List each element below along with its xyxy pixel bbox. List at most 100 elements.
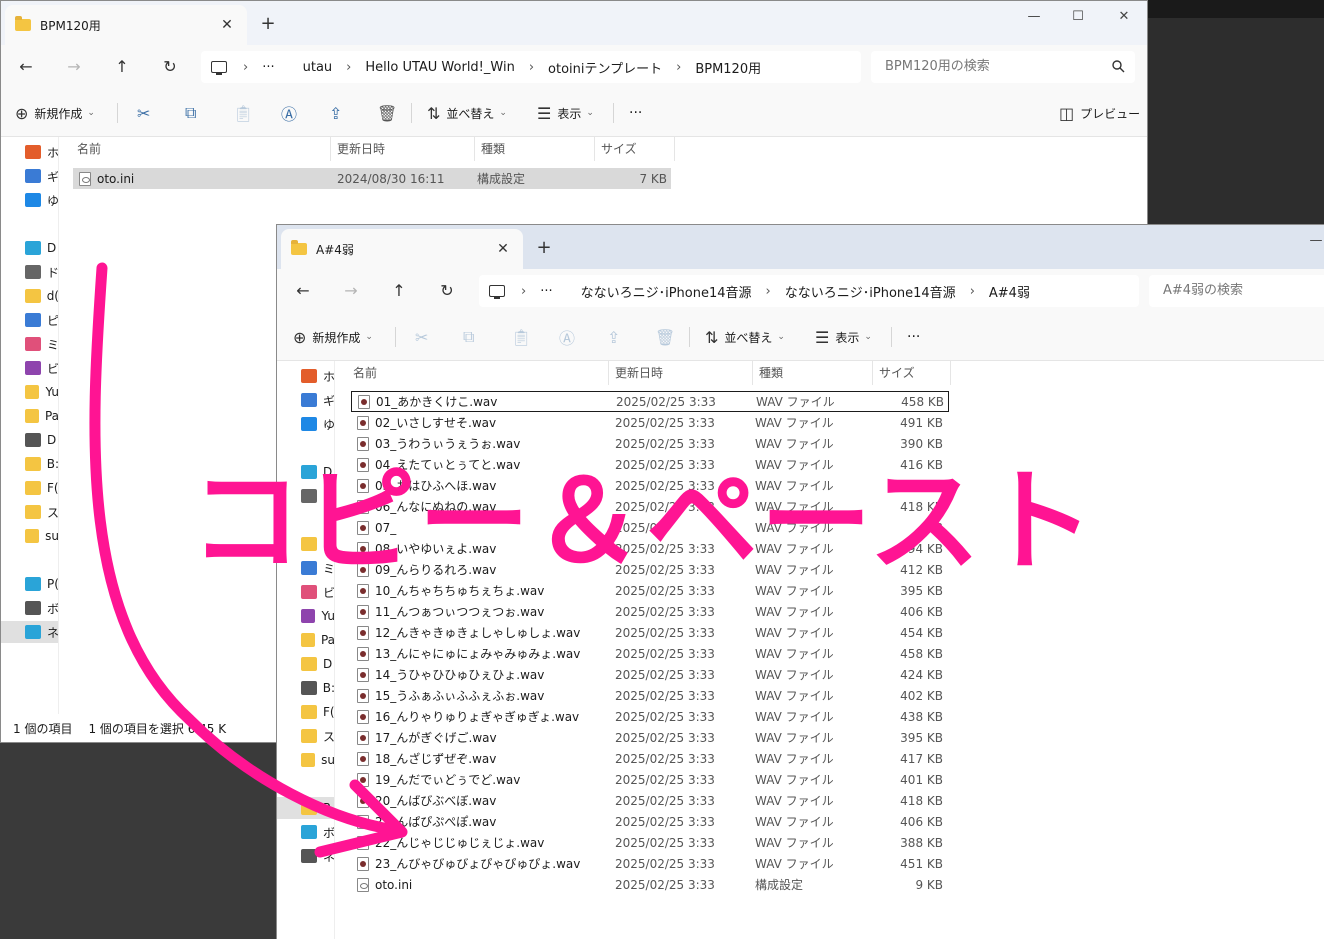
more-button[interactable]: ··· <box>629 101 642 125</box>
address-bar[interactable]: › ··· なないろニジ･iPhone14音源 › なないろニジ･iPhone1… <box>479 275 1139 307</box>
maximize-button[interactable]: ☐ <box>1055 5 1101 29</box>
breadcrumb-item[interactable]: なないろニジ･iPhone14音源 <box>581 282 752 301</box>
breadcrumb-item[interactable]: BPM120用 <box>695 58 761 77</box>
breadcrumb-more[interactable]: ··· <box>262 60 274 75</box>
new-tab-button[interactable]: + <box>533 237 555 259</box>
forward-button[interactable]: → <box>339 279 363 303</box>
table-row[interactable]: oto.ini 2025/02/25 3:33 構成設定 9 KB <box>351 874 949 895</box>
sidebar-item[interactable]: ド <box>1 261 58 283</box>
search-input[interactable]: A#4弱の検索 <box>1149 275 1324 307</box>
sidebar-item[interactable]: ス <box>277 725 334 747</box>
view-button[interactable]: ☰ 表示 ⌄ <box>815 325 872 349</box>
breadcrumb-item[interactable]: A#4弱 <box>989 282 1030 301</box>
column-header-type[interactable]: 種類 <box>475 137 595 161</box>
table-row[interactable]: 11_んつぁつぃつつぇつぉ.wav 2025/02/25 3:33 WAV ファイル… <box>351 601 949 622</box>
table-row[interactable]: oto.ini 2024/08/30 16:11 構成設定 7 KB <box>73 168 671 189</box>
table-row[interactable]: 02_いさしすせそ.wav 2025/02/25 3:33 WAV ファイル 491 … <box>351 412 949 433</box>
sidebar-item[interactable]: B: <box>1 453 58 475</box>
table-row[interactable]: 15_うふぁふぃふふぇふぉ.wav 2025/02/25 3:33 WAV ファイル… <box>351 685 949 706</box>
column-header-name[interactable]: 名前 <box>347 361 609 385</box>
sort-button[interactable]: ⇅ 並べ替え ⌄ <box>705 325 785 349</box>
table-row[interactable]: 21_んぱぴぷぺぽ.wav 2025/02/25 3:33 WAV ファイル 406 … <box>351 811 949 832</box>
up-button[interactable]: ↑ <box>110 55 134 79</box>
close-button[interactable]: ✕ <box>1101 5 1147 29</box>
share-button[interactable]: ⇪ <box>607 325 626 349</box>
sidebar-item[interactable]: F( <box>1 477 58 499</box>
sidebar-item[interactable]: ギ <box>277 389 334 411</box>
delete-button[interactable]: 🗑︎ <box>377 101 403 125</box>
tab-close-button[interactable]: ✕ <box>217 15 237 35</box>
column-header-date[interactable]: 更新日時 <box>331 137 475 161</box>
sidebar-item[interactable]: ボ <box>1 597 58 619</box>
sidebar-item[interactable]: Yu <box>277 605 334 627</box>
table-row[interactable]: 22_んじゃじじゅじぇじょ.wav 2025/02/25 3:33 WAV ファイル… <box>351 832 949 853</box>
sidebar-item[interactable]: su <box>1 525 58 547</box>
sidebar-item[interactable]: P( <box>1 573 58 595</box>
breadcrumb-item[interactable]: なないろニジ･iPhone14音源 <box>785 282 956 301</box>
paste-button[interactable]: 📋︎ <box>233 101 259 125</box>
rename-button[interactable]: Ⓐ <box>559 325 581 349</box>
minimize-button[interactable]: — <box>1011 5 1057 29</box>
sidebar-item[interactable]: Pa <box>1 405 58 427</box>
new-tab-button[interactable]: + <box>257 13 279 35</box>
table-row[interactable]: 20_んばびぶべぼ.wav 2025/02/25 3:33 WAV ファイル 418 … <box>351 790 949 811</box>
copy-button[interactable]: ⧉ <box>463 325 480 349</box>
sidebar-item[interactable]: ゆ <box>277 413 334 435</box>
view-button[interactable]: ☰ 表示 ⌄ <box>537 101 594 125</box>
refresh-button[interactable]: ↻ <box>435 279 459 303</box>
breadcrumb-item[interactable]: utau <box>303 60 333 75</box>
sidebar-item[interactable]: ゆ <box>1 189 58 211</box>
sidebar-item[interactable]: ギ <box>1 165 58 187</box>
sidebar-item[interactable]: D <box>277 653 334 675</box>
search-input[interactable]: BPM120用の検索 <box>871 51 1135 83</box>
delete-button[interactable]: 🗑︎ <box>655 325 681 349</box>
sidebar-item[interactable]: ネ <box>277 845 334 867</box>
tab-bpm120[interactable]: BPM120用 ✕ <box>5 5 247 45</box>
breadcrumb-item[interactable]: otoiniテンプレート <box>548 58 662 77</box>
table-row[interactable]: 19_んだでぃどぅでど.wav 2025/02/25 3:33 WAV ファイル 40… <box>351 769 949 790</box>
back-button[interactable]: ← <box>291 279 315 303</box>
sidebar-item[interactable]: ネ <box>1 621 58 643</box>
share-button[interactable]: ⇪ <box>329 101 348 125</box>
sidebar-item[interactable]: P <box>277 797 334 819</box>
table-row[interactable]: 18_んざじずぜぞ.wav 2025/02/25 3:33 WAV ファイル 417 … <box>351 748 949 769</box>
column-header-size[interactable]: サイズ <box>595 137 675 161</box>
sidebar-item[interactable]: ホ <box>277 365 334 387</box>
sidebar-item[interactable]: Yu <box>1 381 58 403</box>
refresh-button[interactable]: ↻ <box>158 55 182 79</box>
up-button[interactable]: ↑ <box>387 279 411 303</box>
sidebar-item[interactable]: ピ <box>1 309 58 331</box>
minimize-button[interactable]: — <box>1293 229 1324 253</box>
table-row[interactable]: 14_うひゃひひゅひぇひょ.wav 2025/02/25 3:33 WAV ファイル… <box>351 664 949 685</box>
column-header-date[interactable]: 更新日時 <box>609 361 753 385</box>
sidebar-item[interactable]: ホ <box>1 141 58 163</box>
new-button[interactable]: ⊕ 新規作成 ⌄ <box>293 325 373 349</box>
address-bar[interactable]: › ··· utau › Hello UTAU World!_Win › oto… <box>201 51 861 83</box>
table-row[interactable]: 23_んびゃびゅびょぴゃぴゅぴょ.wav 2025/02/25 3:33 WAV フ… <box>351 853 949 874</box>
copy-button[interactable]: ⧉ <box>185 101 202 125</box>
paste-button[interactable]: 📋︎ <box>511 325 537 349</box>
sidebar-item[interactable]: d( <box>1 285 58 307</box>
new-button[interactable]: ⊕ 新規作成 ⌄ <box>15 101 95 125</box>
more-button[interactable]: ··· <box>907 325 920 349</box>
table-row[interactable]: 01_あかきくけこ.wav 2025/02/25 3:33 WAV ファイル 458 … <box>351 391 949 412</box>
sidebar-item[interactable]: Pa <box>277 629 334 651</box>
back-button[interactable]: ← <box>14 55 38 79</box>
forward-button[interactable]: → <box>62 55 86 79</box>
sidebar-item[interactable]: ボ <box>277 821 334 843</box>
cut-button[interactable]: ✂ <box>137 101 156 125</box>
column-header-size[interactable]: サイズ <box>873 361 951 385</box>
table-row[interactable]: 17_んがぎぐげご.wav 2025/02/25 3:33 WAV ファイル 395 … <box>351 727 949 748</box>
cut-button[interactable]: ✂ <box>415 325 434 349</box>
rename-button[interactable]: Ⓐ <box>281 101 303 125</box>
sidebar-item[interactable]: su <box>277 749 334 771</box>
sort-button[interactable]: ⇅ 並べ替え ⌄ <box>427 101 507 125</box>
sidebar-item[interactable]: ス <box>1 501 58 523</box>
sidebar-item[interactable]: ビ <box>1 357 58 379</box>
table-row[interactable]: 16_んりゃりゅりょぎゃぎゅぎょ.wav 2025/02/25 3:33 WAV フ… <box>351 706 949 727</box>
preview-button[interactable]: ◫ プレビュー <box>1059 101 1140 125</box>
tab-close-button[interactable]: ✕ <box>493 239 513 259</box>
tab-a4[interactable]: A#4弱 ✕ <box>281 229 523 269</box>
table-row[interactable]: 13_んにゃにゅにょみゃみゅみょ.wav 2025/02/25 3:33 WAV フ… <box>351 643 949 664</box>
breadcrumb-more[interactable]: ··· <box>540 284 552 299</box>
